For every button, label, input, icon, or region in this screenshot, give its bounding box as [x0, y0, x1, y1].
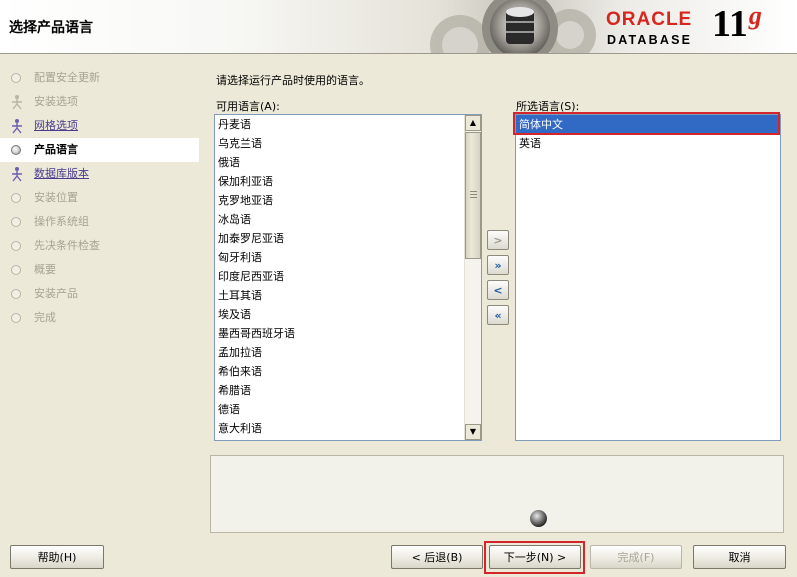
- step-bullet-icon: [11, 193, 21, 203]
- available-language-item[interactable]: 丹麦语: [215, 115, 464, 134]
- available-language-item[interactable]: 德语: [215, 400, 464, 419]
- step-label: 安装位置: [34, 191, 78, 204]
- available-languages-label: 可用语言(A):: [216, 100, 280, 113]
- step-install-location: 安装位置: [0, 186, 199, 210]
- step-database-edition[interactable]: 数据库版本: [0, 162, 199, 186]
- finish-button[interactable]: 完成(F): [590, 545, 682, 569]
- step-bullet-icon: [11, 73, 21, 83]
- step-install-options: 安装选项: [0, 90, 199, 114]
- step-label[interactable]: 网格选项: [34, 119, 78, 132]
- add-language-button[interactable]: >: [487, 230, 509, 250]
- step-bullet-icon: [11, 241, 21, 251]
- scroll-thumb[interactable]: [465, 132, 481, 259]
- step-prerequisite-checks: 先决条件检查: [0, 234, 199, 258]
- step-person-icon: [12, 119, 22, 134]
- next-button[interactable]: 下一步(N) >: [489, 545, 581, 569]
- available-language-item[interactable]: 墨西哥西班牙语: [215, 324, 464, 343]
- step-security-updates: 配置安全更新: [0, 66, 199, 90]
- scroll-grip-icon: [470, 191, 477, 200]
- step-bullet-icon: [11, 265, 21, 275]
- step-person-icon: [12, 167, 22, 182]
- step-bullet-icon: [11, 289, 21, 299]
- available-language-item[interactable]: 意大利语: [215, 419, 464, 438]
- add-all-languages-button[interactable]: »: [487, 255, 509, 275]
- step-current-icon: [11, 145, 21, 155]
- available-language-item[interactable]: 克罗地亚语: [215, 191, 464, 210]
- version-logo: 11g: [712, 3, 762, 45]
- remove-all-languages-button[interactable]: «: [487, 305, 509, 325]
- scroll-up-arrow-icon[interactable]: ▲: [465, 115, 481, 131]
- header-banner: 选择产品语言 ORACLE DATABASE 11g: [0, 0, 797, 54]
- step-install-product: 安装产品: [0, 282, 199, 306]
- available-language-item[interactable]: 希伯来语: [215, 362, 464, 381]
- available-language-item[interactable]: 冰岛语: [215, 210, 464, 229]
- step-label: 配置安全更新: [34, 71, 100, 84]
- selected-language-item[interactable]: 简体中文: [516, 115, 780, 134]
- step-navigation: 配置安全更新 安装选项 网格选项 产品语言 数据库版本 安装位置 操作系统组 先…: [0, 66, 199, 330]
- step-grid-options[interactable]: 网格选项: [0, 114, 199, 138]
- step-label: 先决条件检查: [34, 239, 100, 252]
- progress-orb-icon: [530, 510, 547, 527]
- step-summary: 概要: [0, 258, 199, 282]
- available-language-item[interactable]: 土耳其语: [215, 286, 464, 305]
- back-button[interactable]: < 后退(B): [391, 545, 483, 569]
- step-bullet-icon: [11, 313, 21, 323]
- step-os-groups: 操作系统组: [0, 210, 199, 234]
- step-label: 概要: [34, 263, 56, 276]
- available-language-item[interactable]: 加泰罗尼亚语: [215, 229, 464, 248]
- available-language-item[interactable]: 俄语: [215, 153, 464, 172]
- cancel-button[interactable]: 取消: [693, 545, 786, 569]
- selected-languages-label: 所选语言(S):: [516, 100, 580, 113]
- step-person-icon: [12, 95, 22, 110]
- version-suffix: g: [748, 1, 762, 30]
- remove-language-button[interactable]: <: [487, 280, 509, 300]
- available-language-item[interactable]: 埃及语: [215, 305, 464, 324]
- help-button[interactable]: 帮助(H): [10, 545, 104, 569]
- step-product-languages: 产品语言: [0, 138, 199, 162]
- page-title: 选择产品语言: [9, 20, 93, 36]
- step-label: 产品语言: [34, 143, 78, 156]
- version-number: 11: [712, 3, 748, 45]
- available-list-scrollbar[interactable]: ▲ ▼: [464, 115, 481, 440]
- step-label: 安装产品: [34, 287, 78, 300]
- selected-language-item[interactable]: 英语: [516, 134, 780, 153]
- available-language-item[interactable]: 希腊语: [215, 381, 464, 400]
- gears-database-icon: [430, 0, 596, 53]
- oracle-logo: ORACLE: [606, 9, 693, 30]
- step-label: 安装选项: [34, 95, 78, 108]
- step-bullet-icon: [11, 217, 21, 227]
- instruction-text: 请选择运行产品时使用的语言。: [216, 74, 370, 87]
- available-languages-items: 丹麦语 乌克兰语 俄语 保加利亚语 克罗地亚语 冰岛语 加泰罗尼亚语 匈牙利语 印度尼西亚语 土耳…: [215, 115, 464, 438]
- available-languages-list[interactable]: 丹麦语 乌克兰语 俄语 保加利亚语 克罗地亚语 冰岛语 加泰罗尼亚语 匈牙利语 印度尼西亚语 土耳…: [214, 114, 482, 441]
- database-label: DATABASE: [607, 33, 693, 47]
- step-label[interactable]: 数据库版本: [34, 167, 89, 180]
- available-language-item[interactable]: 孟加拉语: [215, 343, 464, 362]
- available-language-item[interactable]: 印度尼西亚语: [215, 267, 464, 286]
- scroll-down-arrow-icon[interactable]: ▼: [465, 424, 481, 440]
- available-language-item[interactable]: 乌克兰语: [215, 134, 464, 153]
- selected-languages-items: 简体中文 英语: [516, 115, 780, 153]
- selected-languages-list[interactable]: 简体中文 英语: [515, 114, 781, 441]
- step-label: 操作系统组: [34, 215, 89, 228]
- step-label: 完成: [34, 311, 56, 324]
- available-language-item[interactable]: 匈牙利语: [215, 248, 464, 267]
- available-language-item[interactable]: 保加利亚语: [215, 172, 464, 191]
- step-finish: 完成: [0, 306, 199, 330]
- message-area: [210, 455, 784, 533]
